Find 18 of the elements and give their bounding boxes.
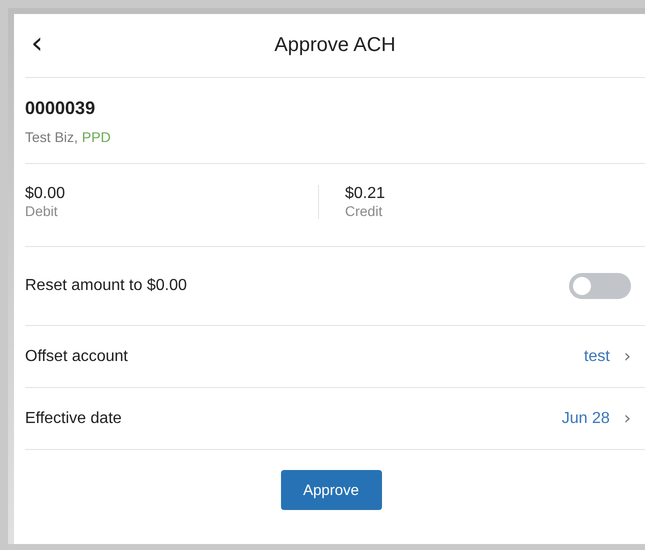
- entry-number: 0000039: [25, 98, 96, 119]
- setting-value[interactable]: Jun 28: [562, 410, 610, 428]
- amount-value: $0.21: [345, 185, 386, 203]
- setting-label: Offset account: [25, 348, 129, 366]
- company-name: Test Biz,: [25, 129, 78, 145]
- toggle-switch[interactable]: [569, 273, 631, 299]
- amount-label: Debit: [25, 203, 59, 219]
- chevron-icon[interactable]: ›: [624, 346, 631, 367]
- amount-value: $0.00: [25, 185, 66, 203]
- setting-label: Effective date: [25, 410, 123, 428]
- setting-value[interactable]: test: [584, 348, 610, 366]
- approve-button[interactable]: Approve: [280, 470, 382, 510]
- entry-class: PPD: [82, 129, 111, 145]
- amount-label: Credit: [345, 203, 384, 219]
- chevron-icon[interactable]: ›: [624, 408, 631, 429]
- page-title: Approve ACH: [274, 34, 396, 56]
- setting-label: Reset amount to $0.00: [25, 277, 188, 295]
- back-button[interactable]: ‹: [25, 28, 49, 62]
